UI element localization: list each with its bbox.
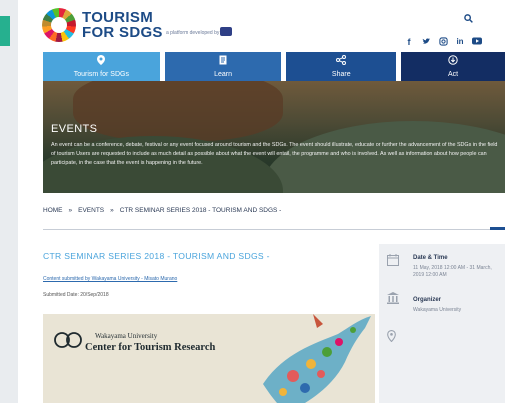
ctr-banner-image: Wakayama University Center for Tourism R… (43, 314, 375, 403)
breadcrumb: HOME » EVENTS » CTR SEMINAR SERIES 2018 … (43, 207, 281, 214)
web-page: TOURISM FOR SDGS a platform developed by… (18, 0, 505, 403)
breadcrumb-events[interactable]: EVENTS (78, 207, 104, 214)
nav-label: Tourism for SDGs (73, 71, 129, 78)
location-pin-icon (43, 55, 160, 69)
ctr-logo-icon (54, 332, 82, 348)
nav-label: Act (448, 71, 459, 78)
linkedin-icon[interactable]: in (455, 37, 465, 47)
brand-line-2[interactable]: FOR SDGS (82, 24, 163, 41)
hero-title: EVENTS (51, 123, 98, 135)
nav-label: Learn (214, 71, 232, 78)
nav-learn[interactable]: Learn (164, 52, 282, 81)
sdg-wheel-logo-icon[interactable] (42, 8, 76, 42)
social-links: f in (404, 37, 482, 47)
nav-tourism-for-sdgs[interactable]: Tourism for SDGs (43, 52, 160, 81)
breadcrumb-current: CTR SEMINAR SERIES 2018 - TOURISM AND SD… (119, 207, 282, 214)
events-hero-banner: EVENTS An event can be a conference, deb… (43, 81, 505, 193)
hero-description: An event can be a conference, debate, fe… (51, 142, 498, 166)
share-icon (286, 55, 396, 69)
submitted-date: Submitted Date: 20/Sep/2018 (43, 292, 109, 298)
building-icon (387, 292, 399, 307)
organizer-heading: Organizer (413, 297, 442, 303)
article-title: CTR SEMINAR SERIES 2018 - TOURISM AND SD… (43, 251, 270, 261)
organizer-value: Wakayama University (413, 307, 462, 313)
date-value: 11 May, 2018 12:00 AM - 31 March, 2019 1… (413, 265, 492, 278)
hero-tree-foliage (73, 81, 283, 141)
banner-university: Wakayama University (95, 332, 158, 340)
mosaic-bird-illustration (263, 314, 371, 403)
divider (43, 229, 505, 230)
breadcrumb-home[interactable]: HOME (43, 207, 63, 214)
event-details-sidebar: Date & Time 11 May, 2018 12:00 AM - 31 M… (379, 244, 505, 403)
main-nav: Tourism for SDGs Learn Share Act (43, 52, 505, 81)
banner-center-name: Center for Tourism Research (85, 342, 216, 353)
side-tab[interactable] (0, 16, 10, 46)
nav-share[interactable]: Share (286, 52, 397, 81)
date-heading: Date & Time (413, 255, 448, 261)
instagram-icon[interactable] (438, 37, 448, 47)
facebook-icon[interactable]: f (404, 37, 414, 47)
browser-viewport: TOURISM FOR SDGS a platform developed by… (0, 0, 505, 403)
search-icon[interactable] (464, 14, 473, 26)
act-icon (401, 55, 505, 69)
partner-logo-icon (220, 27, 232, 36)
brand-subtitle: a platform developed by (166, 30, 220, 36)
document-icon (165, 55, 282, 69)
breadcrumb-separator: » (110, 207, 114, 214)
nav-label: Share (331, 71, 351, 78)
location-pin-icon (387, 329, 396, 345)
breadcrumb-separator: » (68, 207, 73, 214)
divider-accent (490, 227, 505, 230)
twitter-icon[interactable] (421, 37, 431, 47)
calendar-icon (387, 254, 399, 269)
submitted-by-link[interactable]: Content submitted by Wakayama University… (43, 276, 177, 282)
nav-act[interactable]: Act (401, 52, 505, 81)
youtube-icon[interactable] (472, 37, 482, 47)
